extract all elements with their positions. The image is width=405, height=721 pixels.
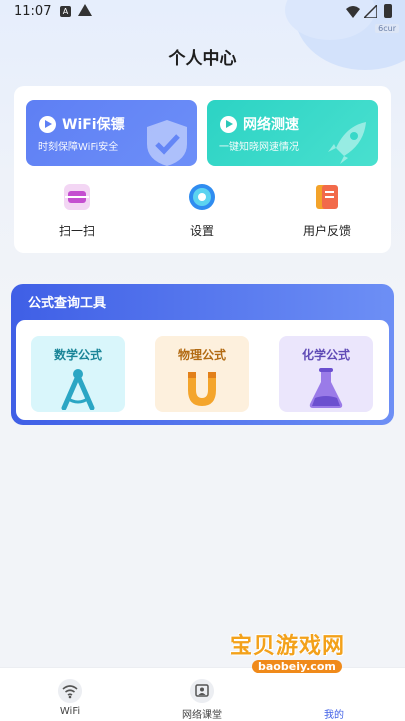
wifi-status-icon <box>346 6 360 18</box>
play-icon <box>220 116 237 133</box>
notification-icon: A <box>60 6 71 17</box>
chemistry-formula-button[interactable]: 化学公式 <box>279 336 373 412</box>
math-formula-button[interactable]: 数学公式 <box>31 336 125 412</box>
feedback-button[interactable]: 用户反馈 <box>272 182 382 242</box>
page-title: 个人中心 <box>168 49 237 69</box>
flask-icon <box>309 368 343 408</box>
formula-tools-panel: 数学公式 物理公式 化学公式 <box>16 320 389 420</box>
scan-label: 扫一扫 <box>58 224 95 238</box>
compass-icon <box>61 369 95 410</box>
nav-wifi-label: WiFi <box>59 706 81 717</box>
scan-button[interactable]: 扫一扫 <box>22 182 132 242</box>
speed-test-title: 网络测速 <box>243 117 299 133</box>
status-bar: 11:07 A <box>0 0 405 24</box>
formula-tools-title: 公式查询工具 <box>28 296 107 311</box>
wifi-guard-title: WiFi保镖 <box>62 117 125 133</box>
physics-formula-button[interactable]: 物理公式 <box>155 336 249 412</box>
magnet-icon <box>188 372 216 406</box>
wifi-guard-subtitle: 时刻保障WiFi安全 <box>38 142 119 153</box>
watermark-logo: 宝贝游戏网 baobeiy.com <box>230 628 370 688</box>
feedback-icon <box>316 185 338 209</box>
nav-profile-label: 我的 <box>324 710 344 721</box>
nav-wifi[interactable]: WiFi <box>10 668 130 721</box>
speed-test-subtitle: 一键知晓网速情况 <box>219 142 299 153</box>
rocket-icon <box>328 122 366 164</box>
settings-label: 设置 <box>189 224 214 238</box>
warning-icon <box>78 4 92 16</box>
battery-icon <box>384 4 392 18</box>
play-icon <box>39 116 56 133</box>
nav-classroom-label: 网络课堂 <box>182 710 222 721</box>
watermark-url: baobeiy.com <box>252 660 342 673</box>
chemistry-formula-label: 化学公式 <box>301 348 350 362</box>
watermark-title: 宝贝游戏网 <box>230 634 346 659</box>
formula-tools-card: 公式查询工具 数学公式 物理公式 化学公式 <box>11 284 394 425</box>
wifi-guard-banner[interactable]: WiFi保镖 时刻保障WiFi安全 <box>26 100 197 166</box>
gear-icon <box>189 184 215 210</box>
tools-card: WiFi保镖 时刻保障WiFi安全 网络测速 一键知晓网速情况 扫一扫 设置 用… <box>14 86 391 253</box>
classroom-icon <box>190 679 214 703</box>
math-formula-label: 数学公式 <box>53 348 102 362</box>
scan-icon <box>64 184 90 210</box>
corner-badge: 6cur <box>375 24 399 33</box>
signal-icon <box>364 5 377 18</box>
status-time: 11:07 <box>14 4 52 19</box>
wifi-icon <box>58 679 82 703</box>
feedback-label: 用户反馈 <box>302 224 351 238</box>
physics-formula-label: 物理公式 <box>177 348 226 362</box>
shield-check-icon <box>147 120 187 166</box>
speed-test-banner[interactable]: 网络测速 一键知晓网速情况 <box>207 100 378 166</box>
settings-button[interactable]: 设置 <box>147 182 257 242</box>
